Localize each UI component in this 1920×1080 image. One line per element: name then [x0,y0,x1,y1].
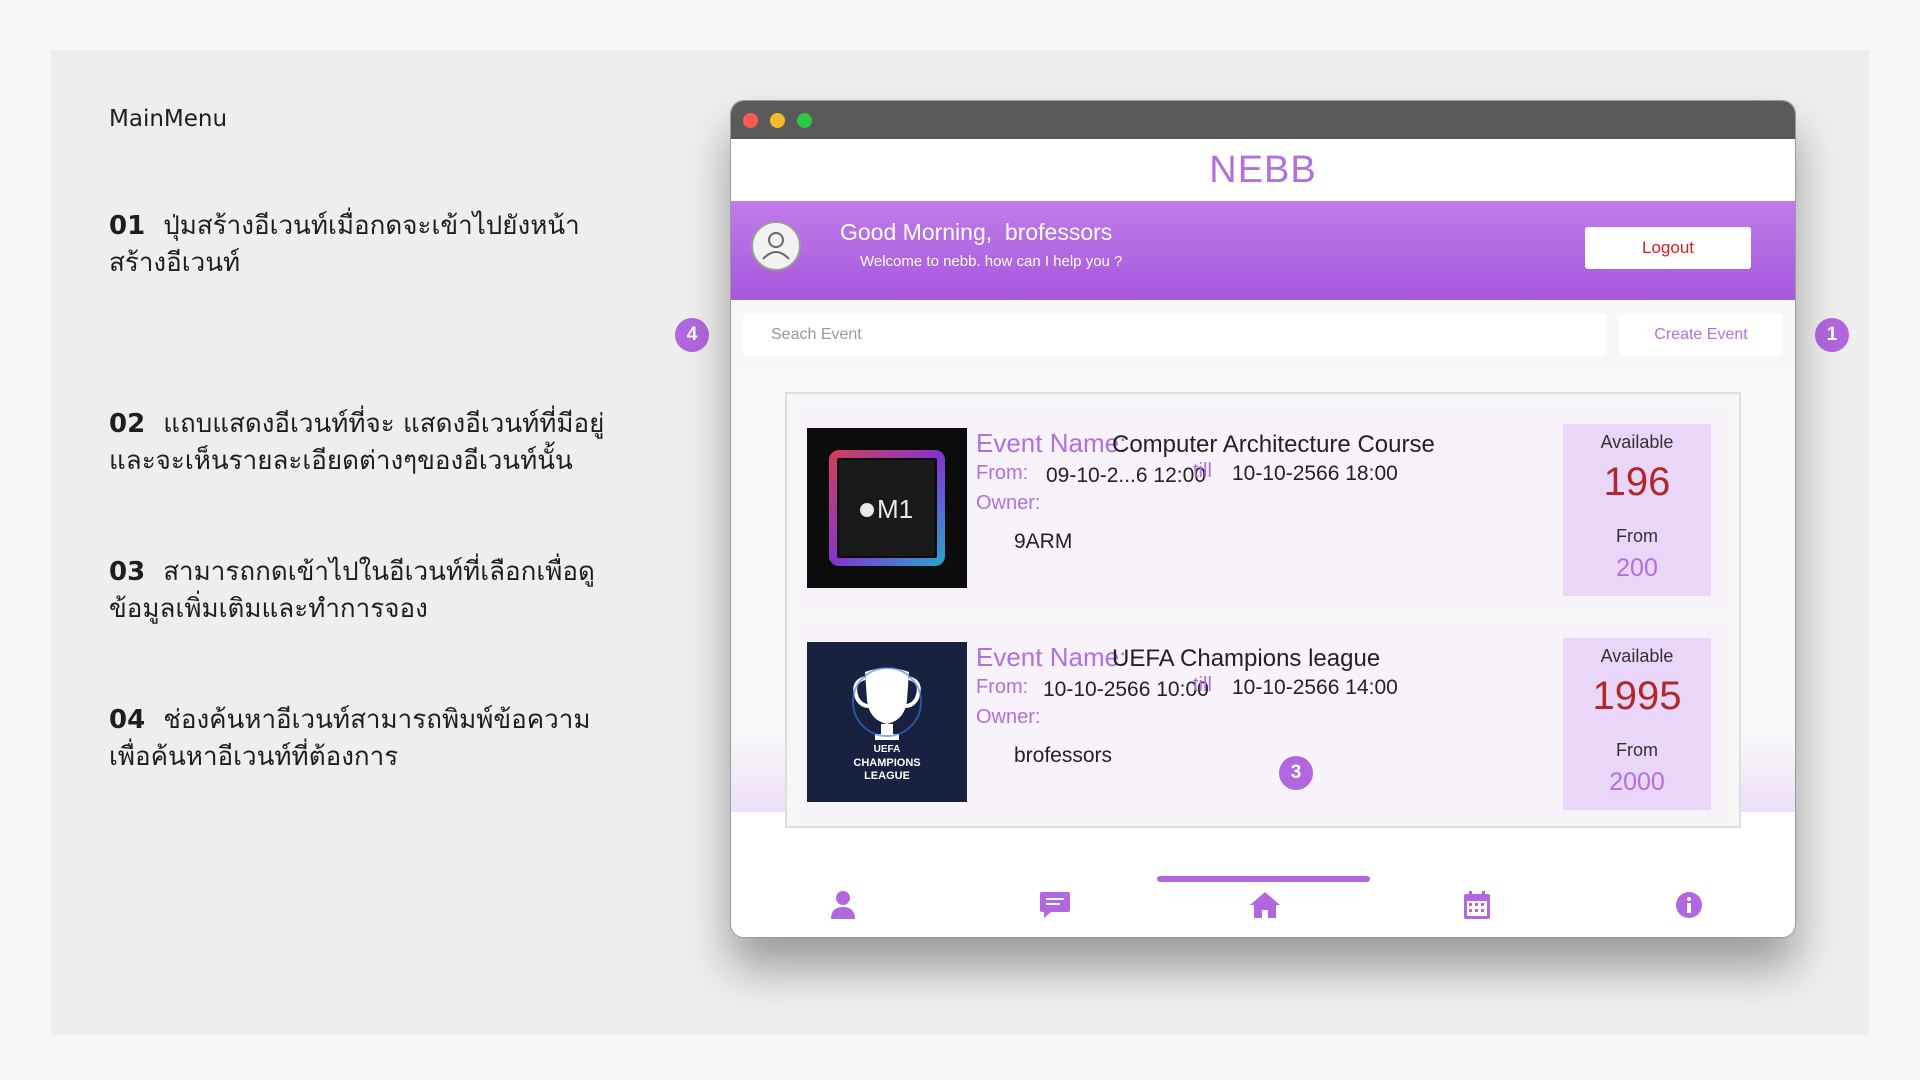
event-card[interactable]: M1 Event Name: Computer Architecture Cou… [801,408,1725,608]
from-label: From: [976,462,1029,484]
event-name-label: Event Name: [976,428,1127,458]
username: brofessors [1004,219,1113,245]
note-02: 02 แถบแสดงอีเวนท์ที่จะ แสดงอีเวนท์ที่มีอย… [109,406,629,480]
uefa-text: UEFA [874,744,901,755]
availability-panel: Available 196 From 200 [1563,424,1711,596]
owner-label: Owner: [976,492,1041,514]
event-list-area: M1 Event Name: Computer Architecture Cou… [731,366,1795,828]
user-icon [831,891,855,919]
event-card[interactable]: UEFA CHAMPIONS LEAGUE Event Name: UEFA C… [801,622,1725,822]
chip-label: M1 [877,494,913,524]
champions-text: CHAMPIONS [853,757,920,769]
champions-league-image: UEFA CHAMPIONS LEAGUE [807,642,967,802]
note-number: 04 [109,705,146,735]
event-owner: brofessors [1014,744,1113,767]
available-label: Available [1600,432,1674,452]
chat-icon [1040,892,1070,918]
note-number: 01 [109,211,146,241]
event-owner: 9ARM [1014,530,1073,553]
slide-title: MainMenu [109,106,228,132]
greeting: Good Morning, brofessors [840,219,1112,246]
avatar[interactable] [751,221,801,271]
minimize-window-button[interactable] [770,113,785,128]
note-01: 01 ปุ่มสร้างอีเวนท์เมื่อกดจะเข้าไปยังหน้า… [109,208,629,282]
event-image: UEFA CHAMPIONS LEAGUE [807,642,967,802]
nav-profile[interactable] [823,885,863,925]
note-text: ปุ่มสร้างอีเวนท์เมื่อกดจะเข้าไปยังหน้าสร… [109,211,580,278]
note-text: สามารถกดเข้าไปในอีเวนท์ที่เลือกเพื่อดูข้… [109,557,595,624]
window-titlebar [731,101,1795,139]
availability-panel: Available 1995 From 2000 [1563,638,1711,810]
event-name: Computer Architecture Course [1112,431,1435,458]
event-from: 09-10-2...6 12:00 [1046,464,1206,487]
nav-messages[interactable] [1035,885,1075,925]
from-label: From: [976,676,1029,698]
available-count: 1995 [1592,674,1682,718]
greeting-text: Good Morning, [840,219,993,245]
logout-button[interactable]: Logout [1585,227,1751,269]
till-label: till [1193,674,1212,696]
search-row: Create Event [731,300,1795,366]
m1-chip-image: M1 [807,428,967,588]
bottom-nav [731,873,1795,937]
note-text: ช่องค้นหาอีเวนท์สามารถพิมพ์ข้อความเพื่อค… [109,705,591,772]
event-name-label: Event Name: [976,642,1127,672]
search-input[interactable] [743,314,1607,356]
welcome-text: Welcome to nebb. how can I help you ? [860,253,1123,270]
nav-calendar[interactable] [1457,885,1497,925]
note-number: 02 [109,409,146,439]
home-icon [1250,892,1280,918]
app-brand: NEBB [1209,148,1317,191]
league-text: LEAGUE [864,770,910,782]
nav-home[interactable] [1245,885,1285,925]
total-count: 2000 [1609,768,1665,796]
user-avatar-icon [762,232,790,260]
info-icon [1676,892,1702,918]
callout-badge-3: 3 [1279,756,1313,790]
owner-label: Owner: [976,706,1041,728]
active-tab-indicator [1157,876,1370,882]
calendar-icon [1464,891,1490,919]
till-label: till [1193,460,1212,482]
total-count: 200 [1616,554,1658,582]
event-list: M1 Event Name: Computer Architecture Cou… [785,392,1741,828]
event-from: 10-10-2566 10:00 [1043,678,1209,701]
event-till: 10-10-2566 18:00 [1232,462,1398,485]
maximize-window-button[interactable] [797,113,812,128]
header-banner: Good Morning, brofessors Welcome to nebb… [731,201,1795,300]
available-label: Available [1600,646,1674,666]
available-count: 196 [1603,460,1671,504]
create-event-button[interactable]: Create Event [1619,314,1783,356]
event-image: M1 [807,428,967,588]
event-till: 10-10-2566 14:00 [1232,676,1398,699]
close-window-button[interactable] [743,113,758,128]
note-number: 03 [109,557,146,587]
app-window: NEBB Good Morning, brofessors Welcome to… [730,100,1796,938]
nav-info[interactable] [1669,885,1709,925]
total-label: From [1616,526,1658,546]
callout-badge-4: 4 [675,318,709,352]
event-name: UEFA Champions league [1112,645,1381,672]
callout-badge-1: 1 [1815,318,1849,352]
note-03: 03 สามารถกดเข้าไปในอีเวนท์ที่เลือกเพื่อดู… [109,554,629,628]
note-04: 04 ช่องค้นหาอีเวนท์สามารถพิมพ์ข้อความเพื่… [109,702,629,776]
total-label: From [1616,740,1658,760]
note-text: แถบแสดงอีเวนท์ที่จะ แสดงอีเวนท์ที่มีอยู่… [109,409,605,476]
